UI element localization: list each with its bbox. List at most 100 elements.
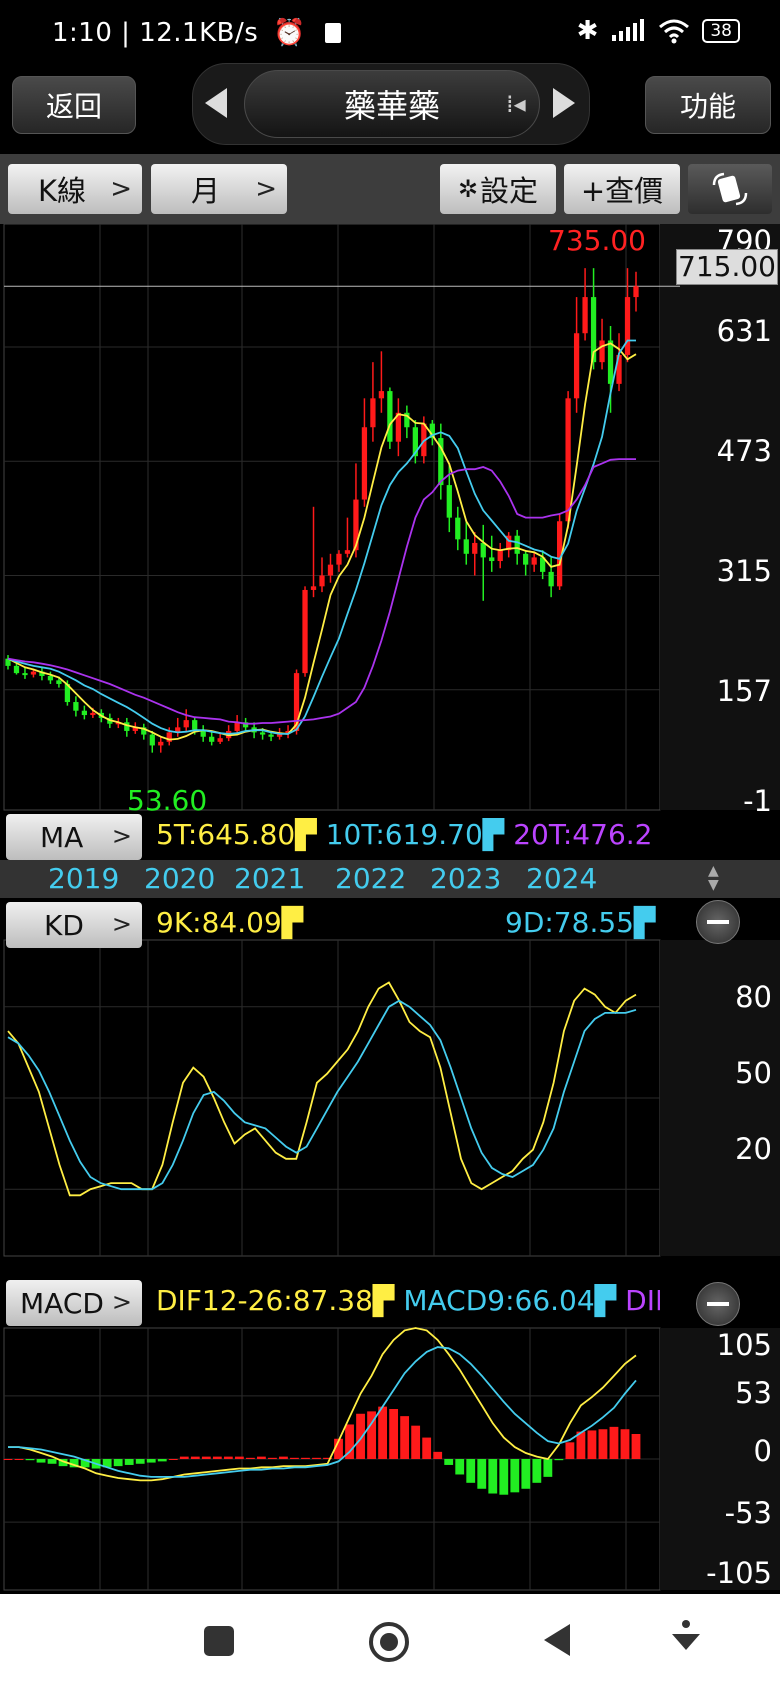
- candle-body: [523, 553, 529, 565]
- macd-osc-bar: [312, 1457, 321, 1459]
- macd-osc-bar: [25, 1459, 35, 1461]
- ma-button[interactable]: MA >: [6, 814, 142, 860]
- macd-osc-bar: [14, 1459, 24, 1460]
- stock-title-pill[interactable]: 藥華藥: [244, 70, 540, 138]
- macd-osc-bar: [190, 1456, 200, 1459]
- macd-osc-bar: [510, 1459, 520, 1493]
- settings-button[interactable]: ✲ 設定: [440, 164, 556, 214]
- price-axis-label: -1: [743, 784, 772, 818]
- year-label: 2023: [430, 862, 502, 895]
- macd-axis-label: -53: [724, 1496, 772, 1530]
- candle-body: [370, 398, 376, 428]
- candle-body: [624, 297, 631, 355]
- candle-body: [336, 553, 342, 565]
- candle-body: [463, 539, 469, 554]
- macd-osc-bar: [521, 1459, 531, 1489]
- notification-down-icon[interactable]: [672, 1620, 700, 1656]
- macd-osc-bar: [378, 1406, 388, 1459]
- macd-osc-bar: [499, 1459, 509, 1495]
- macd-button[interactable]: MACD >: [6, 1280, 142, 1326]
- macd-osc-bar: [400, 1416, 410, 1459]
- stock-list-icon[interactable]: ⁞◂: [506, 90, 526, 118]
- candle-body: [30, 671, 37, 675]
- macd-osc-bar: [477, 1459, 487, 1489]
- period-button[interactable]: 月 >: [151, 164, 287, 214]
- price-axis-label: 157: [716, 674, 772, 708]
- wifi-icon: [659, 19, 690, 44]
- prev-stock-icon[interactable]: [205, 88, 227, 118]
- ma10-value: 10T:619.70: [325, 818, 483, 851]
- macd-osc-bar: [554, 1459, 564, 1461]
- kline-button[interactable]: K線 >: [8, 164, 142, 214]
- macd-osc-bar: [356, 1413, 365, 1459]
- flag-icon: ▛: [482, 818, 505, 851]
- chevron-right-icon: >: [110, 174, 132, 204]
- bluetooth-icon: ✱: [576, 16, 599, 46]
- flag-icon: ▛: [372, 1284, 395, 1317]
- macd-osc-bar: [268, 1457, 277, 1459]
- ma-button-label: MA: [40, 820, 84, 854]
- macd-osc-bar: [301, 1457, 310, 1459]
- candle-body: [387, 391, 393, 442]
- candle-body: [158, 741, 164, 746]
- battery-level: 38: [710, 21, 732, 41]
- chevron-right-icon: >: [255, 174, 277, 204]
- system-nav-bar: [0, 1594, 780, 1690]
- home-button[interactable]: [369, 1622, 409, 1662]
- macd-osc-bar: [113, 1459, 123, 1467]
- macd-button-label: MACD: [20, 1286, 104, 1320]
- candle-body: [531, 557, 537, 565]
- alarm-icon: ⏰: [273, 18, 306, 48]
- rotate-button[interactable]: [688, 164, 772, 214]
- kd-button-label: KD: [44, 908, 84, 942]
- macd9-value: MACD9:66.04: [403, 1284, 595, 1317]
- macd-osc-bar: [146, 1459, 156, 1463]
- price-axis-bg: [660, 224, 780, 810]
- macd-osc-bar: [201, 1456, 211, 1459]
- kd-d-text: 9D:78.55: [505, 906, 634, 939]
- candle-body: [149, 734, 155, 746]
- back-nav-button[interactable]: [544, 1624, 570, 1656]
- period-button-label: 月: [191, 174, 221, 208]
- status-bar: 1:10 | 12.1KB/s ⏰ ✱ 38: [0, 0, 780, 72]
- macd-osc-value: DII: [625, 1284, 660, 1317]
- low-price-label: 53.60: [127, 784, 208, 817]
- home-dot-icon: [380, 1633, 398, 1651]
- macd-osc-bar: [157, 1459, 167, 1462]
- price-axis-label: 315: [716, 554, 772, 588]
- candle-body: [548, 571, 554, 587]
- flag-icon: ▛: [295, 818, 317, 851]
- quote-button[interactable]: +查價: [564, 164, 680, 214]
- resize-handle-icon[interactable]: ▲ ▼: [708, 864, 719, 892]
- year-label: 2021: [234, 862, 306, 895]
- candle-body: [582, 297, 588, 334]
- candle-body: [47, 676, 54, 681]
- chart-area: 790 715.00 631 473 315 157 -1 735.00 53.…: [0, 224, 780, 1594]
- macd-osc-bar: [3, 1459, 13, 1460]
- candle-body: [22, 673, 28, 676]
- back-button[interactable]: 返回: [12, 76, 136, 134]
- candle-body: [573, 333, 580, 399]
- macd-dif-value: DIF12-26:87.38: [156, 1284, 373, 1317]
- candle-body: [497, 550, 503, 562]
- ma5-value: 5T:645.80: [156, 818, 296, 851]
- macd-osc-bar: [234, 1456, 244, 1459]
- recent-apps-button[interactable]: [204, 1626, 234, 1656]
- macd-osc-bar: [245, 1457, 255, 1459]
- status-time-speed: 1:10 | 12.1KB/s ⏰: [52, 18, 341, 48]
- macd-osc-bar: [411, 1425, 421, 1459]
- function-button[interactable]: 功能: [645, 76, 771, 134]
- candle-body: [124, 722, 130, 731]
- macd-values: DIF12-26:87.38▛ MACD9:66.04▛ DII: [156, 1284, 660, 1324]
- price-panel: [3, 224, 661, 811]
- next-stock-icon[interactable]: [553, 88, 575, 118]
- price-axis-label: 473: [716, 434, 772, 468]
- macd-axis-label: -105: [706, 1556, 772, 1590]
- collapse-kd-icon[interactable]: [696, 900, 740, 944]
- macd-osc-bar: [565, 1442, 575, 1459]
- collapse-macd-icon[interactable]: [696, 1282, 740, 1326]
- candle-body: [234, 722, 240, 731]
- candle-body: [378, 391, 385, 399]
- kd-button[interactable]: KD >: [6, 902, 142, 948]
- kd-axis-label: 80: [735, 980, 772, 1014]
